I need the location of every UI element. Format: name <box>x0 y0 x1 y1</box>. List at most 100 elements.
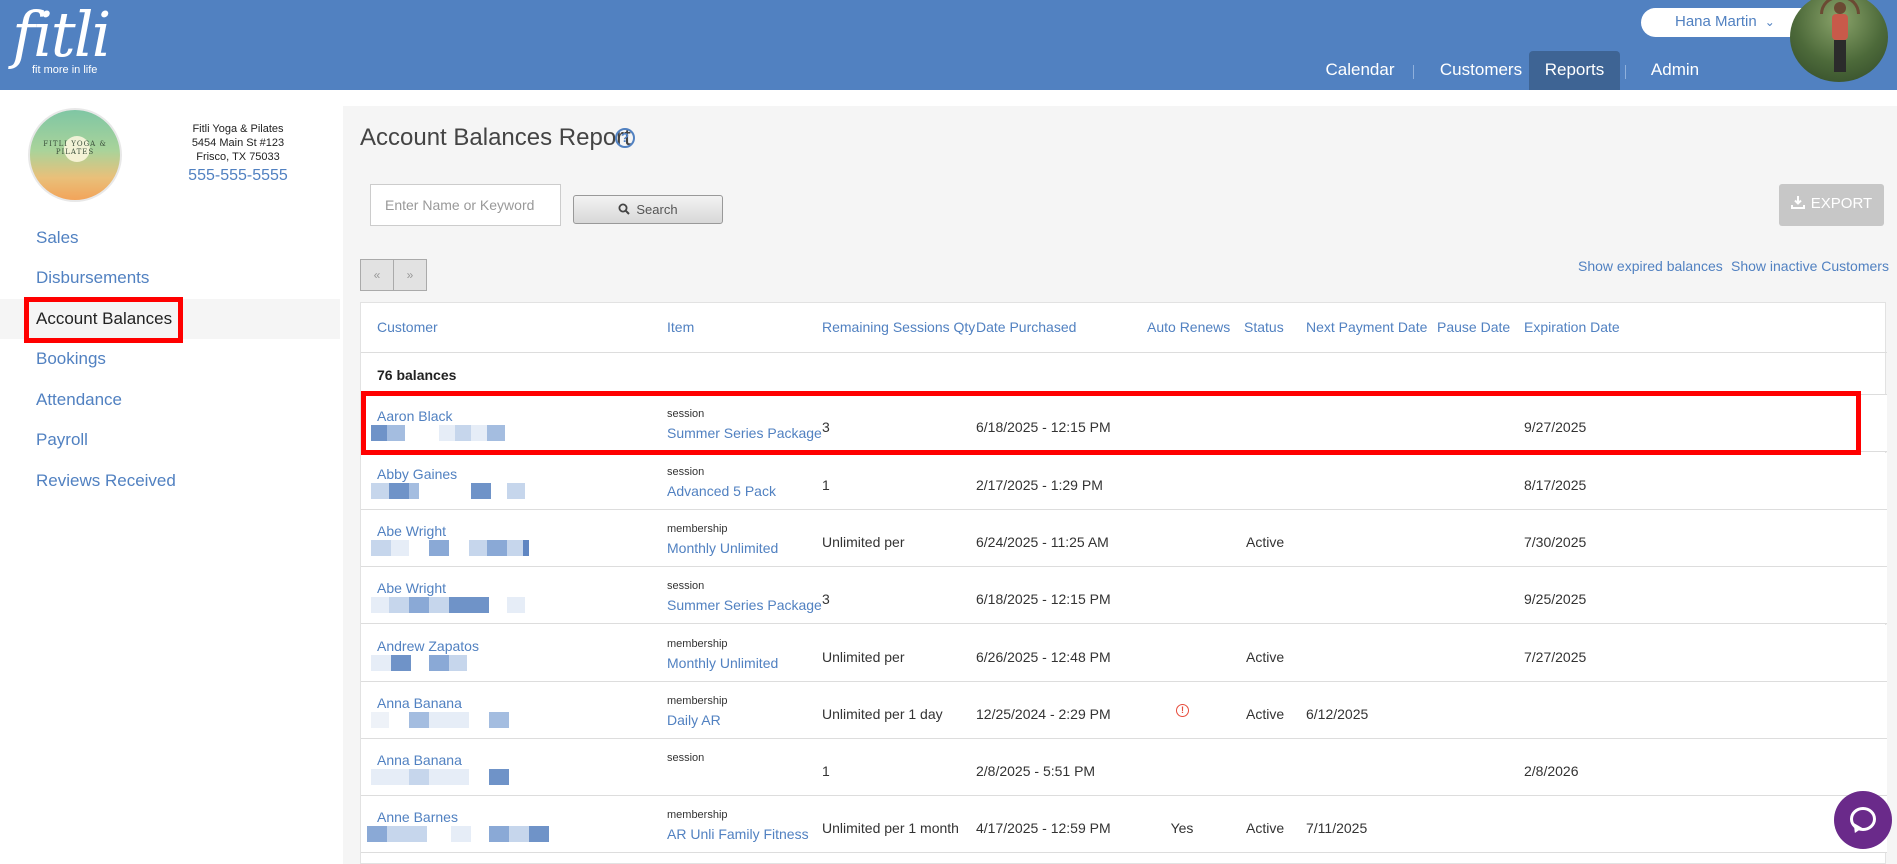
header-expiration-date[interactable]: Expiration Date <box>1524 319 1620 335</box>
studio-info: Fitli Yoga & Pilates 5454 Main St #123 F… <box>168 122 308 185</box>
item-type: session <box>667 752 705 764</box>
item-name-link[interactable]: Monthly Unlimited <box>667 540 778 556</box>
nav-item-calendar[interactable]: Calendar <box>1310 51 1410 90</box>
nav-item-reports[interactable]: Reports <box>1529 51 1620 90</box>
table-row[interactable]: Anna Banana session 1 2/8/2025 - 5:51 PM… <box>361 739 1887 796</box>
remaining-sessions: 3 <box>822 419 830 435</box>
search-button[interactable]: Search <box>573 195 723 224</box>
customer-name-link[interactable]: Aaron Black <box>377 408 452 424</box>
export-label: EXPORT <box>1810 195 1873 212</box>
table-row[interactable]: Abby Gaines session Advanced 5 Pack 1 2/… <box>361 453 1887 510</box>
download-icon <box>1790 196 1805 209</box>
sidebar-item-bookings[interactable]: Bookings <box>0 339 340 379</box>
help-icon[interactable]: ? <box>615 128 635 148</box>
expiration-date: 2/8/2026 <box>1524 763 1579 779</box>
status: Active <box>1246 534 1285 550</box>
date-purchased: 2/17/2025 - 1:29 PM <box>976 477 1103 493</box>
studio-name: Fitli Yoga & Pilates <box>192 123 284 135</box>
header-next-payment[interactable]: Next Payment Date <box>1306 319 1427 335</box>
item-name-link[interactable]: AR Unli Family Fitness <box>667 826 809 842</box>
date-purchased: 12/25/2024 - 2:29 PM <box>976 706 1111 722</box>
header-auto-renews[interactable]: Auto Renews <box>1147 319 1230 335</box>
customer-name-link[interactable]: Anna Banana <box>377 752 462 768</box>
item-type: session <box>667 580 705 592</box>
alert-icon: ! <box>1176 704 1189 717</box>
search-button-label: Search <box>636 202 678 217</box>
pager-prev-button[interactable]: « <box>360 259 394 291</box>
customer-name-link[interactable]: Abe Wright <box>377 580 446 596</box>
remaining-sessions: 1 <box>822 763 830 779</box>
chevron-down-icon: ⌄ <box>1764 15 1775 29</box>
user-avatar[interactable] <box>1790 0 1888 82</box>
avatar-figure-legs <box>1834 40 1846 72</box>
sidebar-item-attendance[interactable]: Attendance <box>0 380 340 420</box>
table-row[interactable]: Anna Banana membership Daily AR Unlimite… <box>361 682 1887 739</box>
item-name-link[interactable]: Monthly Unlimited <box>667 655 778 671</box>
table-row[interactable]: Abe Wright membership Monthly Unlimited … <box>361 510 1887 567</box>
remaining-sessions: 3 <box>822 591 830 607</box>
item-name-link[interactable]: Summer Series Package <box>667 597 822 613</box>
studio-logo-text: FITLI YOGA & PILATES <box>43 140 107 156</box>
avatar-figure-head <box>1834 2 1846 14</box>
main-content: Account Balances Report ? Search EXPORT … <box>343 106 1897 864</box>
sidebar-item-payroll[interactable]: Payroll <box>0 420 340 460</box>
customer-name-link[interactable]: Abe Wright <box>377 523 446 539</box>
sidebar-item-reviews-received[interactable]: Reviews Received <box>0 461 340 501</box>
remaining-sessions: Unlimited per <box>822 649 905 665</box>
redacted-contact <box>371 425 551 441</box>
header-remaining-sessions[interactable]: Remaining Sessions Qty <box>822 319 975 335</box>
studio-phone[interactable]: 555-555-5555 <box>168 167 308 185</box>
item-name-link[interactable]: Advanced 5 Pack <box>667 483 776 499</box>
show-expired-balances-link[interactable]: Show expired balances <box>1578 258 1723 274</box>
header-date-purchased[interactable]: Date Purchased <box>976 319 1076 335</box>
fitli-logo[interactable]: fitli fit more in life <box>12 0 111 77</box>
redacted-contact <box>371 655 551 671</box>
nav-item-customers[interactable]: Customers <box>1422 51 1540 90</box>
redacted-contact <box>371 483 551 499</box>
top-bar: fitli fit more in life Hana Martin ⌄ Cale… <box>0 0 1897 90</box>
export-button[interactable]: EXPORT <box>1779 184 1884 226</box>
table-row[interactable]: Aaron Black session Summer Series Packag… <box>361 395 1887 452</box>
item-type: session <box>667 466 705 478</box>
pager-next-button[interactable]: » <box>393 259 427 291</box>
redacted-contact <box>371 540 551 556</box>
chat-button[interactable] <box>1834 791 1892 849</box>
item-name-link[interactable]: Summer Series Package <box>667 425 822 441</box>
redacted-contact <box>371 712 551 728</box>
date-purchased: 6/18/2025 - 12:15 PM <box>976 419 1111 435</box>
remaining-sessions: Unlimited per <box>822 534 905 550</box>
item-name-link[interactable]: Daily AR <box>667 712 721 728</box>
nav-separator <box>1625 65 1626 79</box>
studio-logo: FITLI YOGA & PILATES <box>28 108 122 202</box>
remaining-sessions: 1 <box>822 477 830 493</box>
table-row[interactable]: Abe Wright session Summer Series Package… <box>361 567 1887 624</box>
user-name: Hana Martin <box>1675 13 1757 30</box>
redacted-contact <box>371 769 551 785</box>
sidebar-item-account-balances[interactable]: Account Balances <box>0 299 340 339</box>
sidebar-item-sales[interactable]: Sales <box>0 218 340 258</box>
next-payment-date: 6/12/2025 <box>1306 706 1369 722</box>
customer-name-link[interactable]: Abby Gaines <box>377 466 457 482</box>
header-status[interactable]: Status <box>1244 319 1284 335</box>
pager: « » <box>360 259 428 291</box>
item-type: session <box>667 408 705 420</box>
remaining-sessions: Unlimited per 1 day <box>822 706 943 722</box>
customer-name-link[interactable]: Anna Banana <box>377 695 462 711</box>
header-customer[interactable]: Customer <box>377 319 438 335</box>
customer-name-link[interactable]: Andrew Zapatos <box>377 638 479 654</box>
header-item[interactable]: Item <box>667 319 694 335</box>
logo-wordmark: fitli <box>12 0 111 71</box>
table-row[interactable]: Anne Barnes membership AR Unli Family Fi… <box>361 796 1887 853</box>
search-input[interactable] <box>370 184 561 226</box>
show-inactive-customers-link[interactable]: Show inactive Customers <box>1731 258 1889 274</box>
sidebar-item-disbursements[interactable]: Disbursements <box>0 258 340 298</box>
nav-item-admin[interactable]: Admin <box>1633 51 1717 90</box>
table-row[interactable]: Andrew Zapatos membership Monthly Unlimi… <box>361 625 1887 682</box>
auto-renews: Yes <box>1170 820 1194 836</box>
header-pause-date[interactable]: Pause Date <box>1437 319 1510 335</box>
balance-count: 76 balances <box>377 367 457 383</box>
customer-name-link[interactable]: Anne Barnes <box>377 809 458 825</box>
studio-address-line1: 5454 Main St #123 <box>191 137 285 149</box>
redacted-contact <box>367 826 551 842</box>
expiration-date: 8/17/2025 <box>1524 477 1587 493</box>
